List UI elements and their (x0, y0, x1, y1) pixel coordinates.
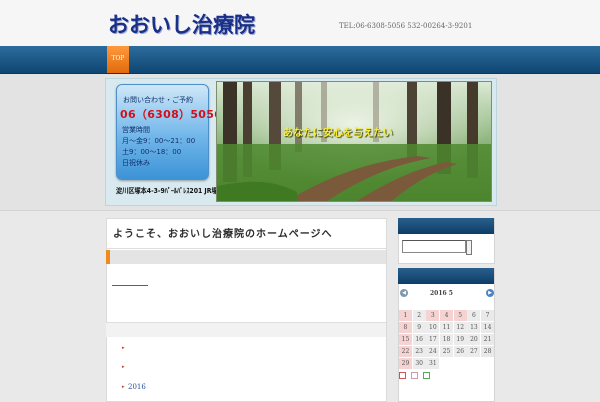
calendar-day[interactable]: 15 (399, 334, 412, 345)
forest-image (216, 81, 492, 202)
calendar-day[interactable]: 21 (481, 334, 495, 345)
calendar-day[interactable]: 2 (412, 310, 426, 321)
prev-month-icon[interactable]: ◀ (400, 289, 408, 297)
main-content (106, 218, 387, 402)
bullet-icon: ▸ (122, 345, 125, 351)
bullet-icon: ▸ (122, 364, 125, 370)
search-input[interactable] (402, 240, 466, 253)
legend-swatch (411, 372, 418, 379)
calendar-grid: 1 2 3 4 5 6 7 8 9 10 11 12 13 14 15 16 17 18 19 20 21 22 23 24 2… (399, 310, 495, 370)
search-button[interactable] (466, 240, 472, 255)
calendar-day[interactable]: 11 (440, 322, 453, 333)
calendar-day[interactable]: 18 (440, 334, 453, 345)
main-nav (0, 46, 600, 74)
hours-saturday: 土9：00〜18：00 (122, 148, 182, 156)
section-strip (106, 250, 386, 264)
calendar-day (481, 358, 494, 369)
red-divider (112, 285, 148, 286)
calendar-day[interactable]: 20 (467, 334, 481, 345)
contact-title: お問い合わせ・ご予約 (123, 96, 193, 104)
calendar-day[interactable]: 27 (467, 346, 481, 357)
hours-label: 営業時間 (122, 126, 150, 134)
header-tel: TEL:06-6308-5056 532-00264-3-9201 (339, 22, 473, 30)
calendar-day[interactable]: 12 (453, 322, 467, 333)
calendar-day[interactable]: 17 (426, 334, 440, 345)
calendar-day[interactable]: 9 (412, 322, 426, 333)
bullet-icon: ▸ (122, 384, 125, 390)
calendar-day[interactable]: 13 (467, 322, 481, 333)
calendar-day (467, 358, 480, 369)
nav-item-top[interactable]: TOP (107, 46, 129, 73)
calendar-week: 29 30 31 (399, 358, 495, 370)
calendar-day[interactable]: 28 (481, 346, 495, 357)
calendar-day[interactable]: 24 (426, 346, 440, 357)
calendar-day[interactable]: 8 (399, 322, 412, 333)
calendar-day (454, 358, 467, 369)
calendar-day[interactable]: 3 (426, 310, 440, 321)
legend-swatch (399, 372, 406, 379)
calendar-day[interactable]: 14 (481, 322, 495, 333)
next-month-icon[interactable]: ▶ (486, 289, 494, 297)
divider (106, 248, 386, 249)
site-header (0, 0, 600, 46)
calendar-day[interactable]: 19 (453, 334, 467, 345)
calendar-day[interactable]: 31 (426, 358, 440, 369)
calendar-week: 15 16 17 18 19 20 21 (399, 334, 495, 346)
calendar-day[interactable]: 4 (440, 310, 453, 321)
calendar-day[interactable]: 6 (467, 310, 481, 321)
contact-phone: 06（6308）5056 (120, 108, 223, 121)
calendar-title: 2016 5 (430, 290, 453, 297)
hero-tagline: あなたに安心を与えたい (283, 128, 393, 139)
calendar-day[interactable]: 25 (440, 346, 453, 357)
widget-header (398, 218, 494, 234)
calendar-day[interactable]: 7 (481, 310, 495, 321)
calendar-day[interactable]: 5 (453, 310, 467, 321)
hours-weekday: 月〜金9：00〜21：00 (122, 137, 196, 145)
section-strip-accent (106, 250, 110, 264)
archive-year-link[interactable]: 2016 (128, 383, 146, 391)
calendar-day[interactable]: 10 (426, 322, 440, 333)
calendar-day[interactable]: 29 (399, 358, 412, 369)
calendar-day[interactable]: 26 (453, 346, 467, 357)
calendar-week: 22 23 24 25 26 27 28 (399, 346, 495, 358)
widget-header (398, 268, 494, 284)
legend-swatch (423, 372, 430, 379)
calendar-day[interactable]: 16 (412, 334, 426, 345)
calendar-week: 8 9 10 11 12 13 14 (399, 322, 495, 334)
section-strip (106, 323, 386, 337)
calendar-day (440, 358, 453, 369)
calendar-day[interactable]: 30 (412, 358, 426, 369)
site-logo[interactable]: おおいし治療院 (108, 9, 255, 39)
calendar-day[interactable]: 23 (412, 346, 426, 357)
calendar-week: 1234567 (399, 310, 495, 322)
calendar-day[interactable]: 1 (399, 310, 412, 321)
welcome-heading: ようこそ、おおいし治療院のホームページへ (113, 229, 333, 240)
calendar-day[interactable]: 22 (399, 346, 412, 357)
holiday-note: 日祝休み (122, 159, 150, 167)
